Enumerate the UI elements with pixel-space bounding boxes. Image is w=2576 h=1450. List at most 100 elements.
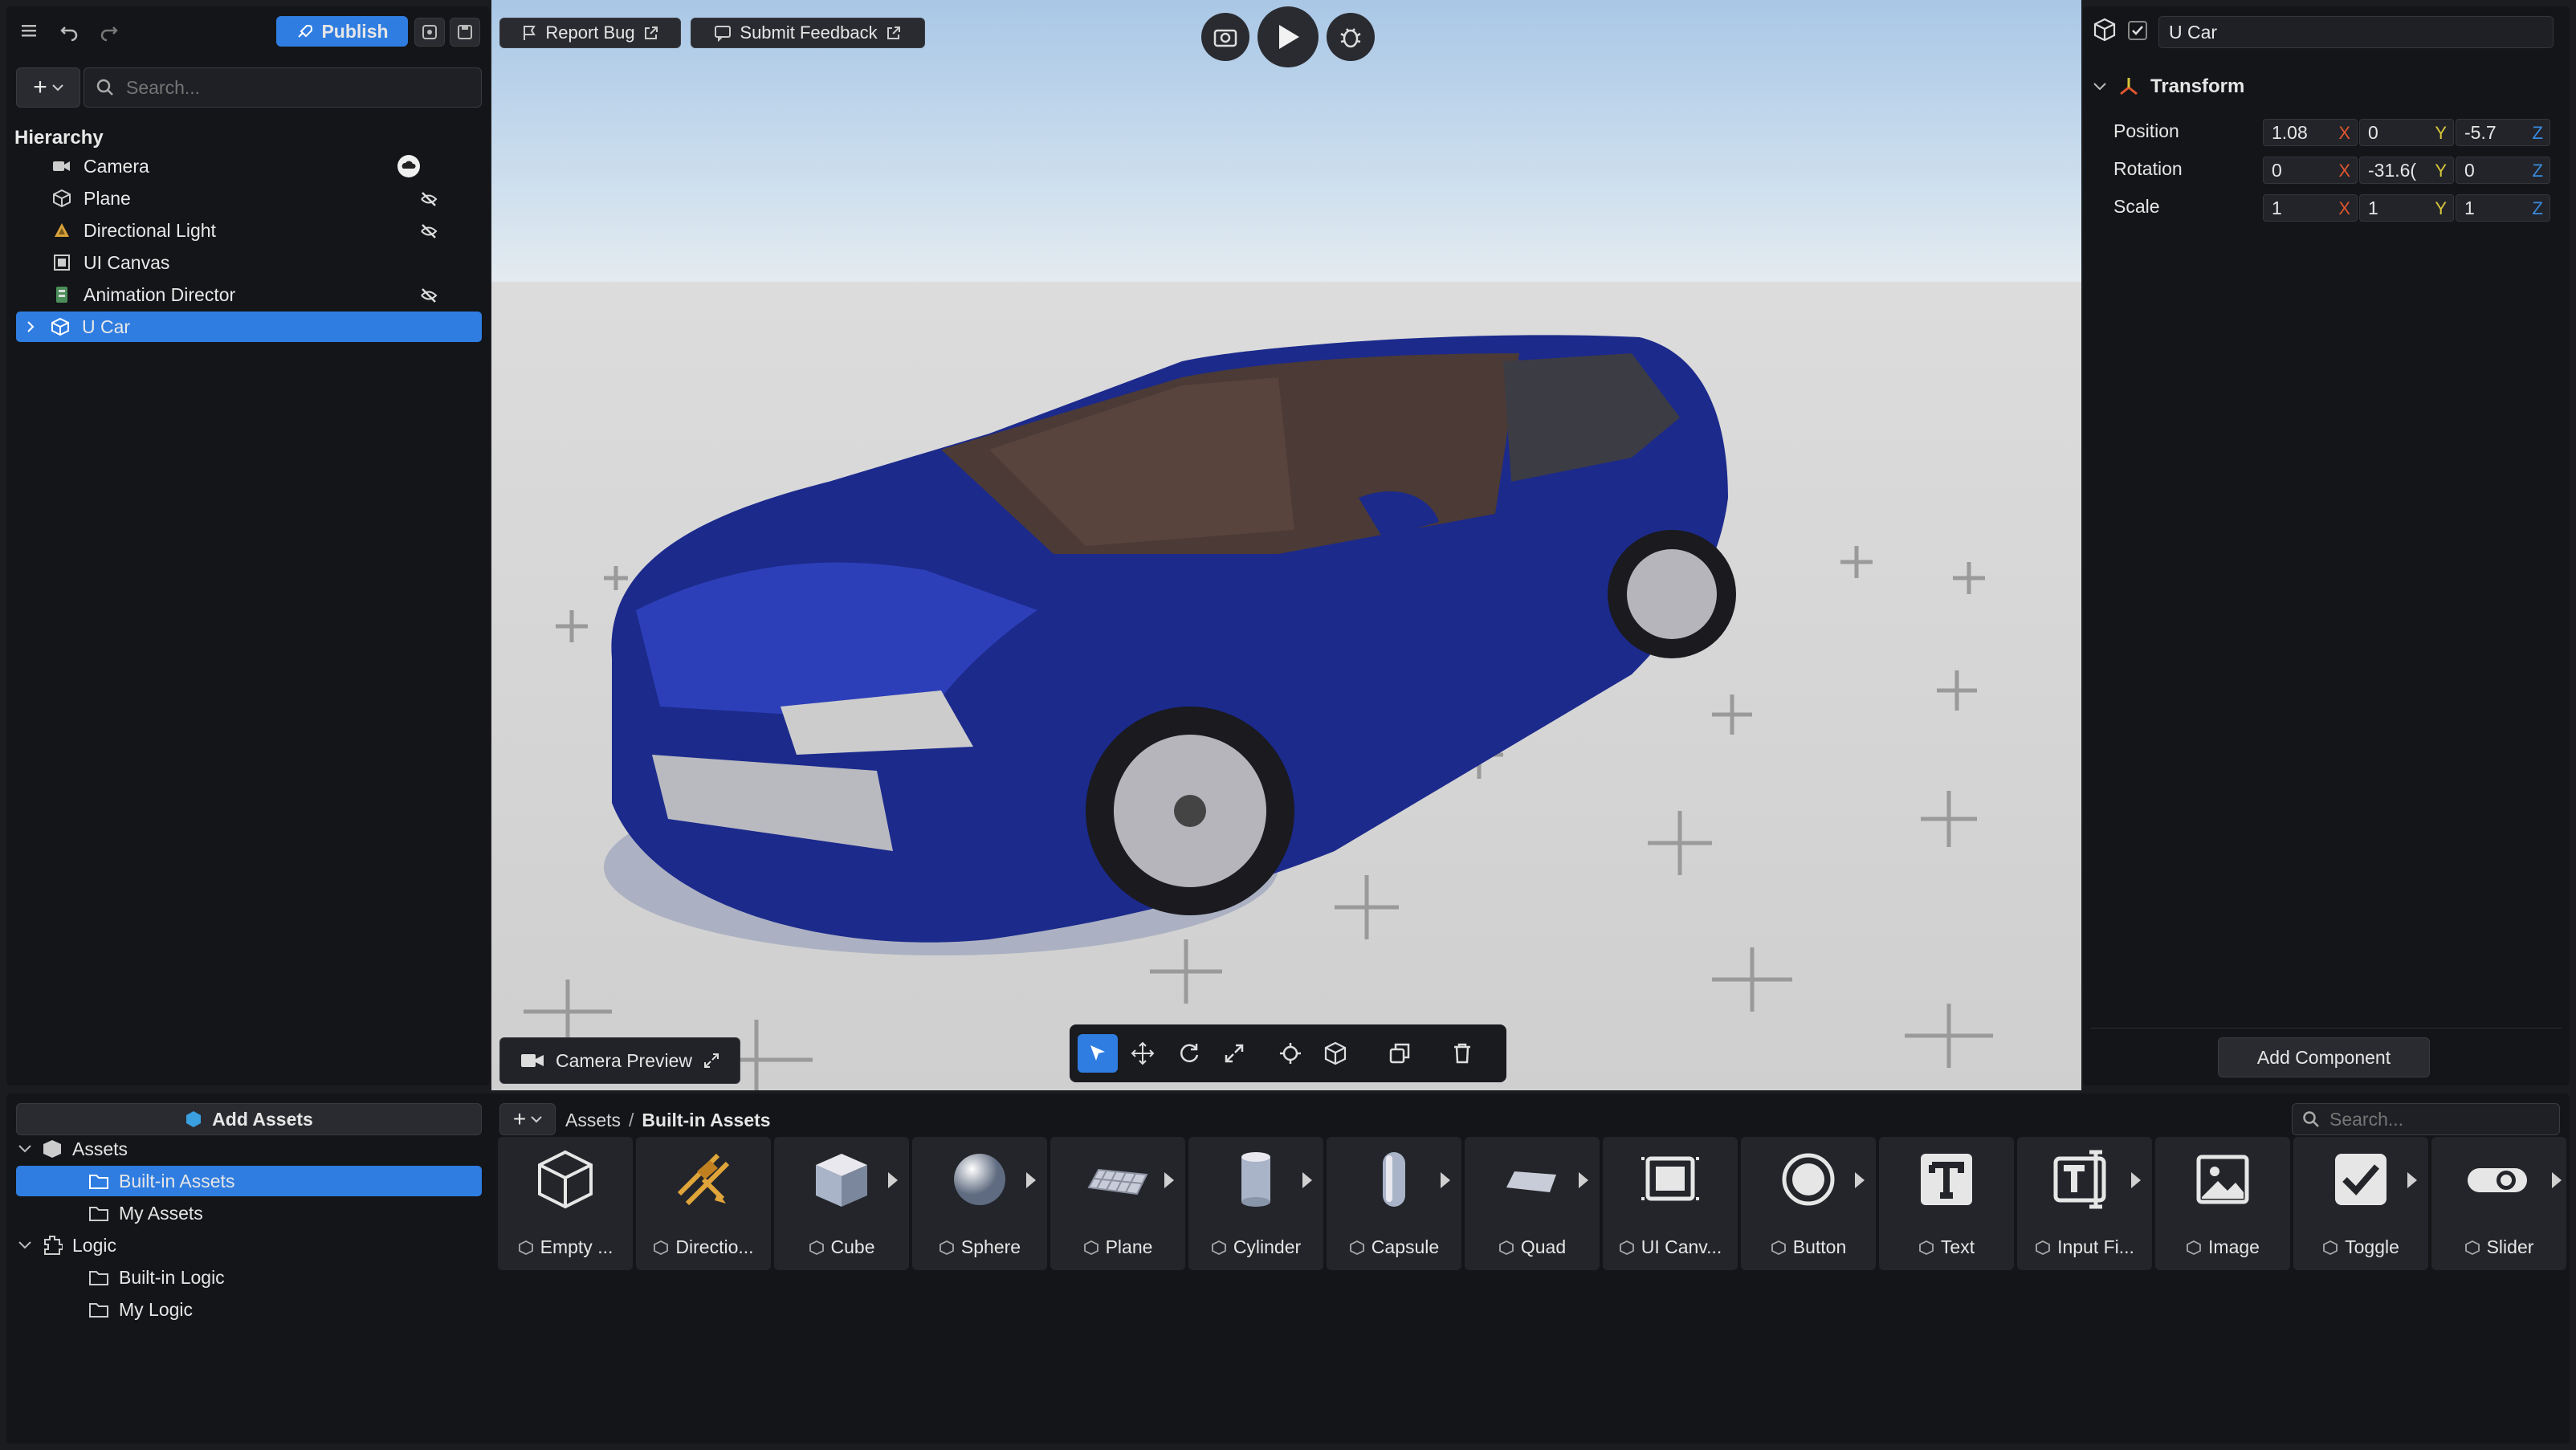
report-bug-button[interactable]: Report Bug: [499, 18, 681, 48]
tree-item-built-in-logic[interactable]: Built-in Logic: [88, 1262, 225, 1293]
publish-button[interactable]: Publish: [276, 16, 408, 47]
local-global-tool[interactable]: [1315, 1034, 1355, 1073]
asset-card-empty[interactable]: Empty ...: [498, 1137, 633, 1270]
screenshot-button[interactable]: [1201, 13, 1249, 61]
hierarchy-item-ui-canvas[interactable]: UI Canvas: [18, 247, 482, 278]
expand-arrow-icon[interactable]: [2552, 1172, 2562, 1188]
hierarchy-item-animation-director[interactable]: Animation Director: [18, 279, 482, 310]
scale-z-field[interactable]: 1Z: [2456, 194, 2550, 222]
pivot-tool[interactable]: [1270, 1034, 1310, 1073]
asset-card-cube[interactable]: Cube: [774, 1137, 909, 1270]
debug-button[interactable]: [1327, 13, 1375, 61]
tree-item-my-logic[interactable]: My Logic: [88, 1294, 193, 1325]
cloud-icon[interactable]: [397, 154, 421, 183]
undo-icon[interactable]: [58, 19, 80, 42]
submit-feedback-button[interactable]: Submit Feedback: [691, 18, 925, 48]
tree-item-label: My Logic: [119, 1298, 194, 1320]
hierarchy-item-u-car[interactable]: U Car: [16, 312, 482, 342]
expand-arrow-icon[interactable]: [2407, 1172, 2417, 1188]
camera-preview-button[interactable]: Camera Preview: [499, 1037, 740, 1084]
cube-small-icon: [2036, 1240, 2050, 1255]
asset-card-sphere[interactable]: Sphere: [912, 1137, 1047, 1270]
asset-label: Image: [2208, 1236, 2260, 1257]
transform-header[interactable]: Transform: [2093, 75, 2244, 98]
asset-card-button[interactable]: Button: [1741, 1137, 1876, 1270]
expand-arrow-icon[interactable]: [888, 1172, 898, 1188]
chevron-right-icon[interactable]: [16, 320, 45, 333]
hierarchy-item-camera[interactable]: Camera: [18, 151, 482, 181]
scene-viewport[interactable]: Report Bug Submit Feedback Camera Previe…: [491, 0, 2081, 1090]
asset-card-directional-light[interactable]: Directio...: [636, 1137, 771, 1270]
eye-slash-icon[interactable]: [419, 286, 438, 310]
scale-x-field[interactable]: 1X: [2263, 194, 2358, 222]
text-icon: [1921, 1154, 1972, 1205]
asset-card-quad[interactable]: Quad: [1465, 1137, 1600, 1270]
assets-search-input[interactable]: [2328, 1107, 2548, 1131]
asset-card-cylinder[interactable]: Cylinder: [1188, 1137, 1323, 1270]
expand-arrow-icon[interactable]: [1026, 1172, 1036, 1188]
rotation-label: Rotation: [2113, 158, 2183, 179]
object-name-field[interactable]: U Car: [2158, 16, 2554, 48]
select-tool[interactable]: [1078, 1034, 1118, 1073]
rotation-y-field[interactable]: -31.6(Y: [2359, 157, 2454, 184]
expand-arrow-icon[interactable]: [1579, 1172, 1588, 1188]
asset-card-text[interactable]: Text: [1879, 1137, 2014, 1270]
asset-card-input-field[interactable]: Input Fi...: [2017, 1137, 2152, 1270]
assets-search[interactable]: [2292, 1103, 2560, 1135]
menu-icon[interactable]: [18, 19, 40, 42]
asset-card-toggle[interactable]: Toggle: [2293, 1137, 2428, 1270]
folder-icon: [89, 1175, 108, 1189]
tree-item-assets[interactable]: Assets: [18, 1134, 128, 1164]
eye-slash-icon[interactable]: [419, 189, 438, 214]
breadcrumb: Assets / Built-in Assets: [565, 1110, 771, 1131]
redo-icon[interactable]: [98, 19, 120, 42]
scale-z-value: 1: [2464, 197, 2475, 218]
expand-arrow-icon[interactable]: [1164, 1172, 1174, 1188]
tree-item-logic[interactable]: Logic: [18, 1230, 116, 1261]
asset-label: Capsule: [1371, 1236, 1440, 1257]
asset-label: Cube: [830, 1236, 875, 1257]
chevron-down-icon[interactable]: [18, 1144, 32, 1154]
hierarchy-search[interactable]: [84, 67, 482, 108]
asset-card-capsule[interactable]: Capsule: [1327, 1137, 1461, 1270]
asset-card-image[interactable]: Image: [2155, 1137, 2290, 1270]
camera-capture-icon: [1213, 29, 1237, 47]
tree-item-my-assets[interactable]: My Assets: [88, 1198, 203, 1228]
asset-card-ui-canvas[interactable]: UI Canv...: [1603, 1137, 1738, 1270]
add-object-button[interactable]: +: [16, 67, 80, 108]
play-button[interactable]: [1257, 6, 1319, 67]
position-x-field[interactable]: 1.08 X: [2263, 119, 2358, 146]
move-tool[interactable]: [1123, 1034, 1163, 1073]
expand-arrow-icon[interactable]: [1855, 1172, 1865, 1188]
rotation-z-field[interactable]: 0Z: [2456, 157, 2550, 184]
rotate-tool[interactable]: [1169, 1034, 1209, 1073]
tree-item-built-in-assets[interactable]: Built-in Assets: [16, 1166, 482, 1196]
rotation-x-field[interactable]: 0X: [2263, 157, 2358, 184]
chevron-down-icon[interactable]: [18, 1240, 32, 1250]
expand-arrow-icon[interactable]: [1302, 1172, 1312, 1188]
asset-label: Quad: [1520, 1236, 1567, 1257]
hierarchy-item-directional-light[interactable]: Directional Light: [18, 215, 482, 246]
cube-small-icon: [2187, 1240, 2201, 1255]
position-z-field[interactable]: -5.7 Z: [2456, 119, 2550, 146]
add-assets-button[interactable]: Add Assets: [16, 1103, 482, 1135]
cube-small-icon: [940, 1240, 954, 1255]
scale-tool[interactable]: [1214, 1034, 1254, 1073]
hierarchy-item-plane[interactable]: Plane: [18, 183, 482, 214]
asset-card-slider[interactable]: Slider: [2431, 1137, 2566, 1270]
scale-y-field[interactable]: 1Y: [2359, 194, 2454, 222]
expand-arrow-icon[interactable]: [1441, 1172, 1450, 1188]
asset-card-plane[interactable]: Plane: [1050, 1137, 1185, 1270]
save-button[interactable]: [450, 18, 480, 47]
duplicate-tool[interactable]: [1380, 1034, 1420, 1073]
delete-tool[interactable]: [1442, 1034, 1482, 1073]
expand-arrow-icon[interactable]: [2131, 1172, 2141, 1188]
add-asset-dropdown[interactable]: +: [499, 1103, 556, 1135]
share-button[interactable]: [414, 18, 445, 47]
search-input[interactable]: [124, 75, 449, 100]
eye-slash-icon[interactable]: [419, 222, 438, 246]
position-y-field[interactable]: 0Y: [2359, 119, 2454, 146]
active-checkbox[interactable]: [2128, 21, 2147, 40]
add-component-button[interactable]: Add Component: [2218, 1037, 2430, 1077]
breadcrumb-root[interactable]: Assets: [565, 1110, 621, 1131]
